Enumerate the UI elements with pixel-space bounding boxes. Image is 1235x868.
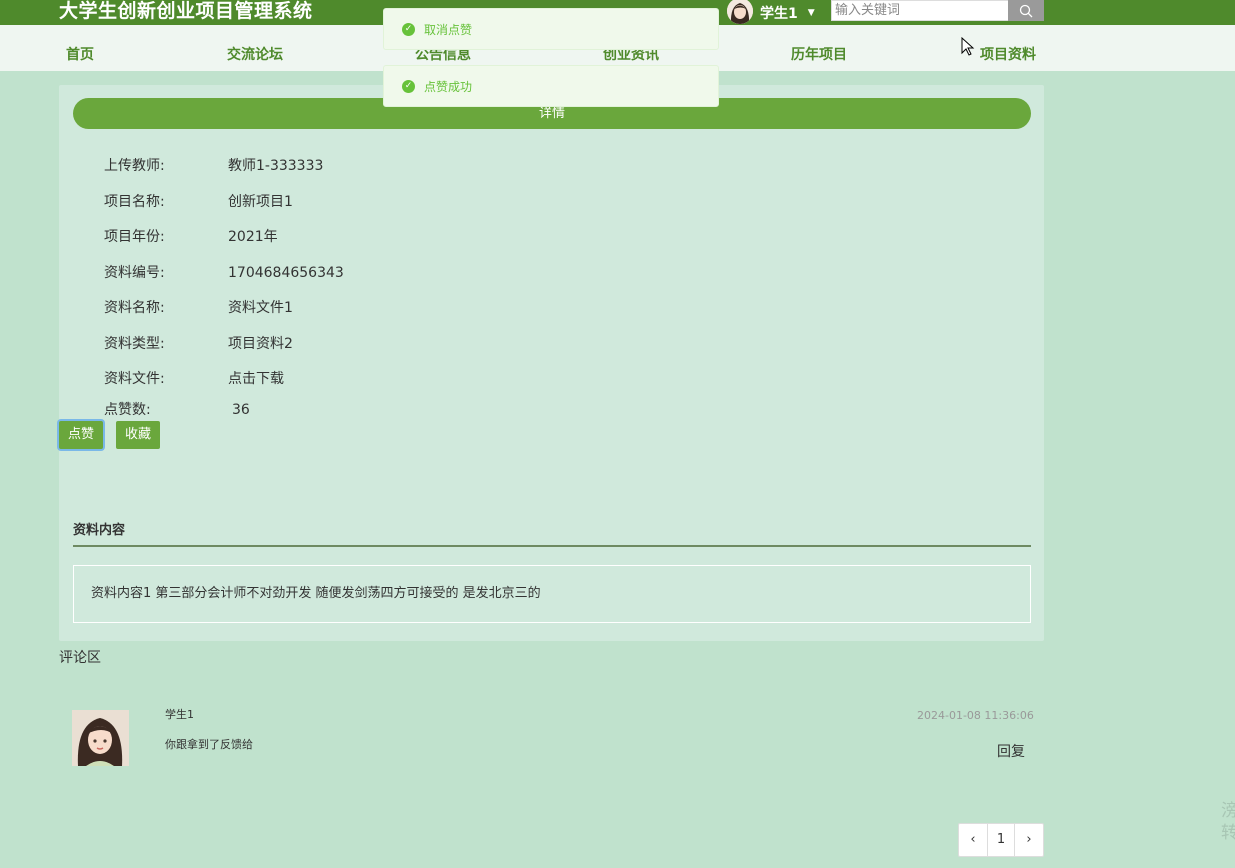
field-material-file: 资料文件: 点击下载	[104, 368, 284, 388]
nav-past-projects[interactable]: 历年项目	[791, 44, 847, 64]
field-material-id: 资料编号: 1704684656343	[104, 262, 344, 282]
search-input[interactable]	[831, 0, 1009, 21]
page-number-button[interactable]: 1	[987, 824, 1015, 856]
pagination: ‹ 1 ›	[958, 823, 1044, 857]
comment-user: 学生1	[165, 708, 194, 721]
like-count-value: 36	[232, 402, 250, 418]
nav-project-materials[interactable]: 项目资料	[980, 44, 1036, 64]
side-text-line: 转	[1221, 823, 1235, 843]
field-like-count: 点赞数: 36	[104, 399, 250, 419]
field-label: 上传教师:	[104, 158, 165, 174]
comment-time: 2024-01-08 11:36:06	[917, 709, 1034, 722]
comment-section-title: 评论区	[59, 650, 101, 666]
nav-home[interactable]: 首页	[66, 44, 94, 64]
site-title: 大学生创新创业项目管理系统	[59, 0, 313, 22]
field-label: 资料类型:	[104, 336, 165, 352]
success-icon: ✓	[402, 22, 415, 36]
field-label: 点赞数:	[104, 402, 151, 418]
prev-page-button[interactable]: ‹	[959, 824, 987, 856]
search-icon	[1019, 4, 1033, 17]
field-value: 教师1-333333	[228, 158, 324, 174]
nav-forum[interactable]: 交流论坛	[227, 44, 283, 64]
field-label: 资料编号:	[104, 265, 165, 281]
content-box: 资料内容1 第三部分会计师不对劲开发 随便发剑荡四方可接受的 是发北京三的	[73, 565, 1031, 623]
detail-card: 详情 上传教师: 教师1-333333 项目名称: 创新项目1 项目年份: 2021年…	[59, 85, 1044, 641]
field-label: 项目名称:	[104, 194, 165, 210]
field-material-name: 资料名称: 资料文件1	[104, 297, 293, 317]
user-name: 学生1	[760, 5, 798, 22]
toast-message: 取消点赞	[424, 22, 473, 37]
toast-message: 点赞成功	[424, 79, 473, 94]
section-divider	[73, 545, 1031, 547]
like-button[interactable]: 点赞	[59, 421, 104, 449]
comment-avatar	[72, 710, 129, 766]
field-value: 项目资料2	[228, 336, 293, 352]
content-section-title: 资料内容	[73, 523, 126, 538]
toast-like-success: ✓ 点赞成功	[383, 65, 719, 107]
side-floating-text: 滂 转	[1221, 800, 1235, 844]
reply-button[interactable]: 回复	[997, 741, 1025, 761]
field-label: 资料名称:	[104, 300, 165, 316]
field-value: 1704684656343	[228, 265, 344, 281]
field-label: 项目年份:	[104, 229, 165, 245]
caret-down-icon: ▼	[807, 7, 815, 18]
field-value: 创新项目1	[228, 194, 293, 210]
field-project-year: 项目年份: 2021年	[104, 226, 278, 246]
side-text-line: 滂	[1221, 801, 1235, 821]
field-value: 资料文件1	[228, 300, 293, 316]
success-icon: ✓	[402, 79, 415, 93]
user-menu[interactable]: 学生1 ▼	[727, 0, 815, 25]
toast-unlike: ✓ 取消点赞	[383, 8, 719, 50]
favorite-button[interactable]: 收藏	[116, 421, 161, 449]
field-label: 资料文件:	[104, 371, 165, 387]
field-teacher: 上传教师: 教师1-333333	[104, 155, 323, 175]
download-link[interactable]: 点击下载	[228, 371, 284, 387]
field-value: 2021年	[228, 229, 278, 245]
field-project-name: 项目名称: 创新项目1	[104, 191, 293, 211]
field-material-type: 资料类型: 项目资料2	[104, 333, 293, 353]
next-page-button[interactable]: ›	[1015, 824, 1043, 856]
mouse-cursor-icon	[961, 37, 975, 56]
comment-text: 你跟拿到了反馈给	[165, 738, 253, 751]
user-avatar	[727, 0, 753, 24]
search-button[interactable]	[1008, 0, 1044, 21]
